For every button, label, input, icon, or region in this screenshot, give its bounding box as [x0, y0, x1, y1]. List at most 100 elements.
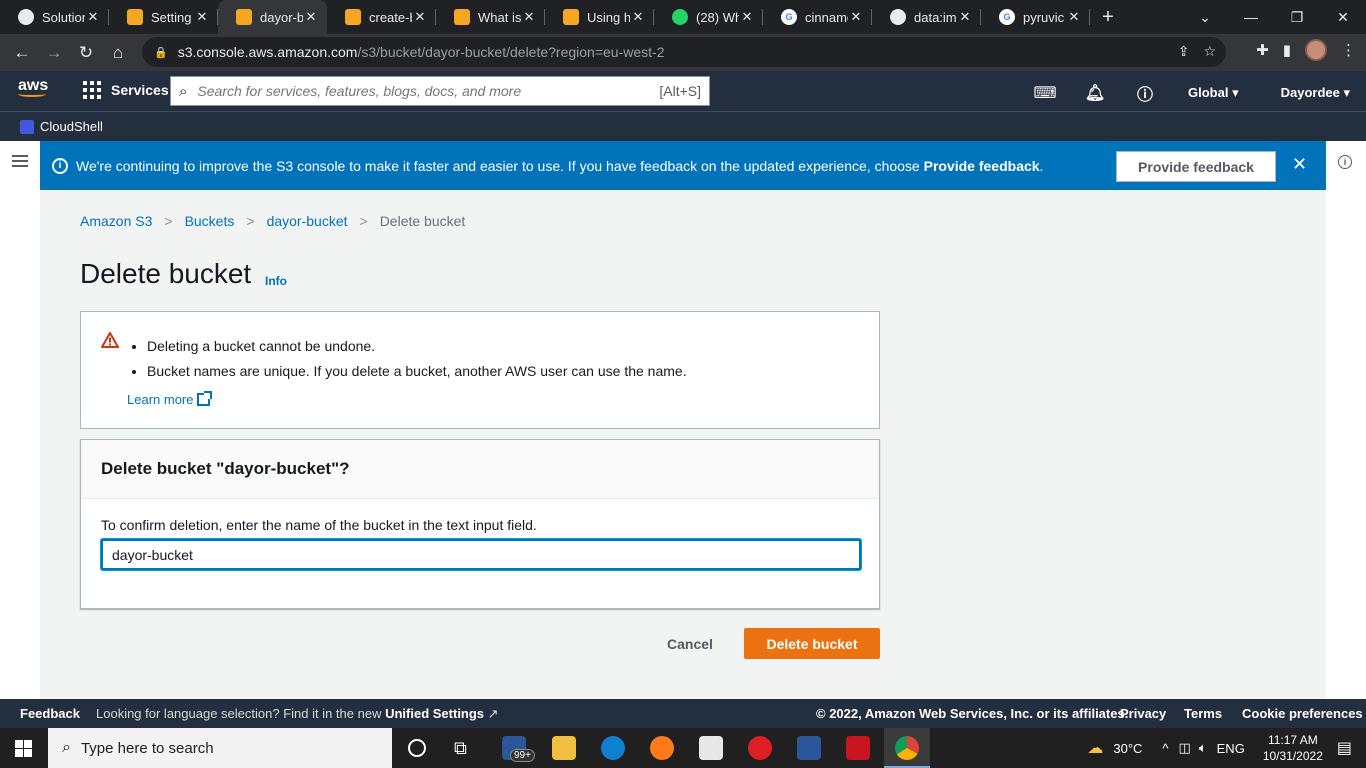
acrobat-icon[interactable]	[846, 736, 870, 760]
minimize-icon[interactable]: —	[1228, 0, 1274, 34]
task-view-icon[interactable]: ⧉	[454, 738, 467, 759]
account-menu[interactable]: Dayordee ▾	[1281, 85, 1350, 101]
bookmark-star-icon[interactable]: ☆	[1203, 43, 1216, 60]
clock[interactable]: 11:17 AM 10/31/2022	[1263, 732, 1323, 764]
unified-settings-link[interactable]: Unified Settings	[385, 706, 484, 721]
home-icon[interactable]: ⌂	[102, 37, 134, 69]
language-indicator[interactable]: ENG	[1217, 741, 1245, 756]
cloudshell-link[interactable]: CloudShell	[40, 119, 103, 134]
tab-close-icon[interactable]: ✕	[848, 9, 864, 25]
notifications-bell-icon[interactable]: 🔔︎	[1070, 83, 1120, 103]
delete-bucket-button[interactable]: Delete bucket	[744, 628, 880, 659]
taskbar-search[interactable]: ⌕ Type here to search	[48, 728, 392, 768]
bucket-name-confirm-input[interactable]	[101, 539, 861, 570]
tab-close-icon[interactable]: ✕	[739, 9, 755, 25]
footer-terms-link[interactable]: Terms	[1184, 706, 1222, 721]
browser-tab-3[interactable]: create-b ✕	[327, 0, 436, 34]
side-panel-icon[interactable]: ▮	[1283, 41, 1291, 59]
menu-kebab-icon[interactable]: ⋮	[1341, 41, 1356, 59]
footer-privacy-link[interactable]: Privacy	[1120, 706, 1166, 721]
warning-item: Bucket names are unique. If you delete a…	[147, 363, 687, 379]
breadcrumb-amazon-s3[interactable]: Amazon S3	[80, 213, 152, 229]
grid-icon	[83, 81, 101, 99]
close-window-icon[interactable]: ✕	[1320, 0, 1366, 34]
chevron-up-icon[interactable]: ^	[1162, 741, 1168, 756]
chevron-right-icon: >	[164, 213, 173, 229]
confirm-deletion-panel: Delete bucket "dayor-bucket"? To confirm…	[80, 439, 880, 609]
cancel-button[interactable]: Cancel	[650, 628, 730, 659]
footer-language-note: Looking for language selection? Find it …	[96, 706, 499, 721]
region-selector[interactable]: Global ▾	[1188, 85, 1239, 101]
tab-search-icon[interactable]: ⌄	[1182, 0, 1228, 34]
footer-feedback-link[interactable]: Feedback	[20, 706, 80, 721]
cortana-icon[interactable]	[408, 739, 426, 757]
aws-logo[interactable]: aws	[18, 78, 48, 97]
browser-tab-1[interactable]: Setting ✕	[109, 0, 218, 34]
forward-icon[interactable]: →	[38, 37, 70, 69]
lock-icon[interactable]: 🔒	[154, 46, 168, 59]
tab-close-icon[interactable]: ✕	[1066, 9, 1082, 25]
network-icon[interactable]: ◫	[1179, 740, 1191, 756]
browser-toolbar: ← → ↻ ⌂ 🔒 s3.console.aws.amazon.com/s3/b…	[0, 34, 1366, 71]
warning-list: Deleting a bucket cannot be undone. Buck…	[147, 338, 687, 388]
cloudshell-terminal-icon[interactable]: ⌨	[1020, 83, 1070, 103]
page-title: Delete bucket	[80, 258, 252, 289]
breadcrumb-buckets[interactable]: Buckets	[185, 213, 235, 229]
search-icon: ⌕	[62, 739, 71, 756]
back-icon[interactable]: ←	[6, 37, 38, 69]
browser-tab-4[interactable]: What is ✕	[436, 0, 545, 34]
edge-icon[interactable]	[601, 736, 625, 760]
windows-start-icon[interactable]	[15, 740, 32, 757]
browser-tab-7[interactable]: Gcinnamo✕	[763, 0, 872, 34]
browser-tab-strip: Solution ✕ Setting ✕ dayor-b ✕ create-b ✕ Wh…	[0, 0, 1366, 34]
browser-tab-0[interactable]: Solution ✕	[0, 0, 109, 34]
tab-close-icon[interactable]: ✕	[957, 9, 973, 25]
browser-tab-5[interactable]: Using hi ✕	[545, 0, 654, 34]
footer-cookie-preferences-link[interactable]: Cookie preferences	[1242, 706, 1363, 721]
confirm-heading: Delete bucket "dayor-bucket"?	[81, 440, 879, 499]
extensions-icon[interactable]: ✚	[1256, 41, 1269, 59]
browser-tab-8[interactable]: data:ima✕	[872, 0, 981, 34]
profile-avatar[interactable]	[1305, 39, 1327, 61]
file-explorer-icon[interactable]	[552, 736, 576, 760]
help-panel-info-icon[interactable]: i	[1338, 155, 1352, 169]
search-input[interactable]	[197, 83, 660, 99]
browser-tab-6[interactable]: (28) Wh ✕	[654, 0, 763, 34]
left-rail	[0, 141, 40, 699]
store-icon[interactable]	[699, 736, 723, 760]
tab-close-icon[interactable]: ✕	[630, 9, 646, 25]
tab-close-icon[interactable]: ✕	[85, 9, 101, 25]
word-icon[interactable]	[797, 736, 821, 760]
hamburger-menu-icon[interactable]	[12, 155, 28, 167]
tab-close-icon[interactable]: ✕	[412, 9, 428, 25]
reload-icon[interactable]: ↻	[70, 37, 102, 69]
aws-box-icon	[454, 9, 470, 25]
breadcrumb-dayor-bucket[interactable]: dayor-bucket	[267, 213, 348, 229]
help-icon[interactable]: ⓘ	[1120, 81, 1170, 105]
info-link[interactable]: Info	[265, 274, 287, 288]
tab-close-icon[interactable]: ✕	[194, 9, 210, 25]
restore-icon[interactable]: ❐	[1274, 0, 1320, 34]
services-menu[interactable]: Services	[83, 81, 169, 99]
volume-icon[interactable]: 🔈︎	[1199, 740, 1207, 756]
tab-close-icon[interactable]: ✕	[303, 9, 319, 25]
provide-feedback-button[interactable]: Provide feedback	[1116, 151, 1276, 182]
new-tab-button[interactable]: +	[1090, 0, 1126, 34]
address-bar[interactable]: 🔒 s3.console.aws.amazon.com/s3/bucket/da…	[142, 37, 1226, 67]
opera-icon[interactable]	[748, 736, 772, 760]
chevron-right-icon: >	[246, 213, 255, 229]
browser-tab-9[interactable]: Gpyruvic ✕	[981, 0, 1090, 34]
browser-tab-2[interactable]: dayor-b ✕	[218, 0, 327, 34]
global-search[interactable]: ⌕ [Alt+S]	[170, 76, 710, 106]
aws-box-icon	[563, 9, 579, 25]
confirm-description: To confirm deletion, enter the name of t…	[101, 517, 537, 533]
learn-more-link[interactable]: Learn more	[127, 391, 213, 407]
notification-center-icon[interactable]: ▤	[1337, 738, 1352, 758]
chrome-taskbar-button[interactable]	[884, 728, 930, 768]
weather-icon: ☁	[1087, 740, 1104, 757]
share-icon[interactable]: ⇪	[1178, 43, 1190, 60]
weather-temp[interactable]: 30°C	[1113, 741, 1142, 756]
close-icon[interactable]: ✕	[1292, 154, 1307, 175]
firefox-icon[interactable]	[650, 736, 674, 760]
tab-close-icon[interactable]: ✕	[521, 9, 537, 25]
